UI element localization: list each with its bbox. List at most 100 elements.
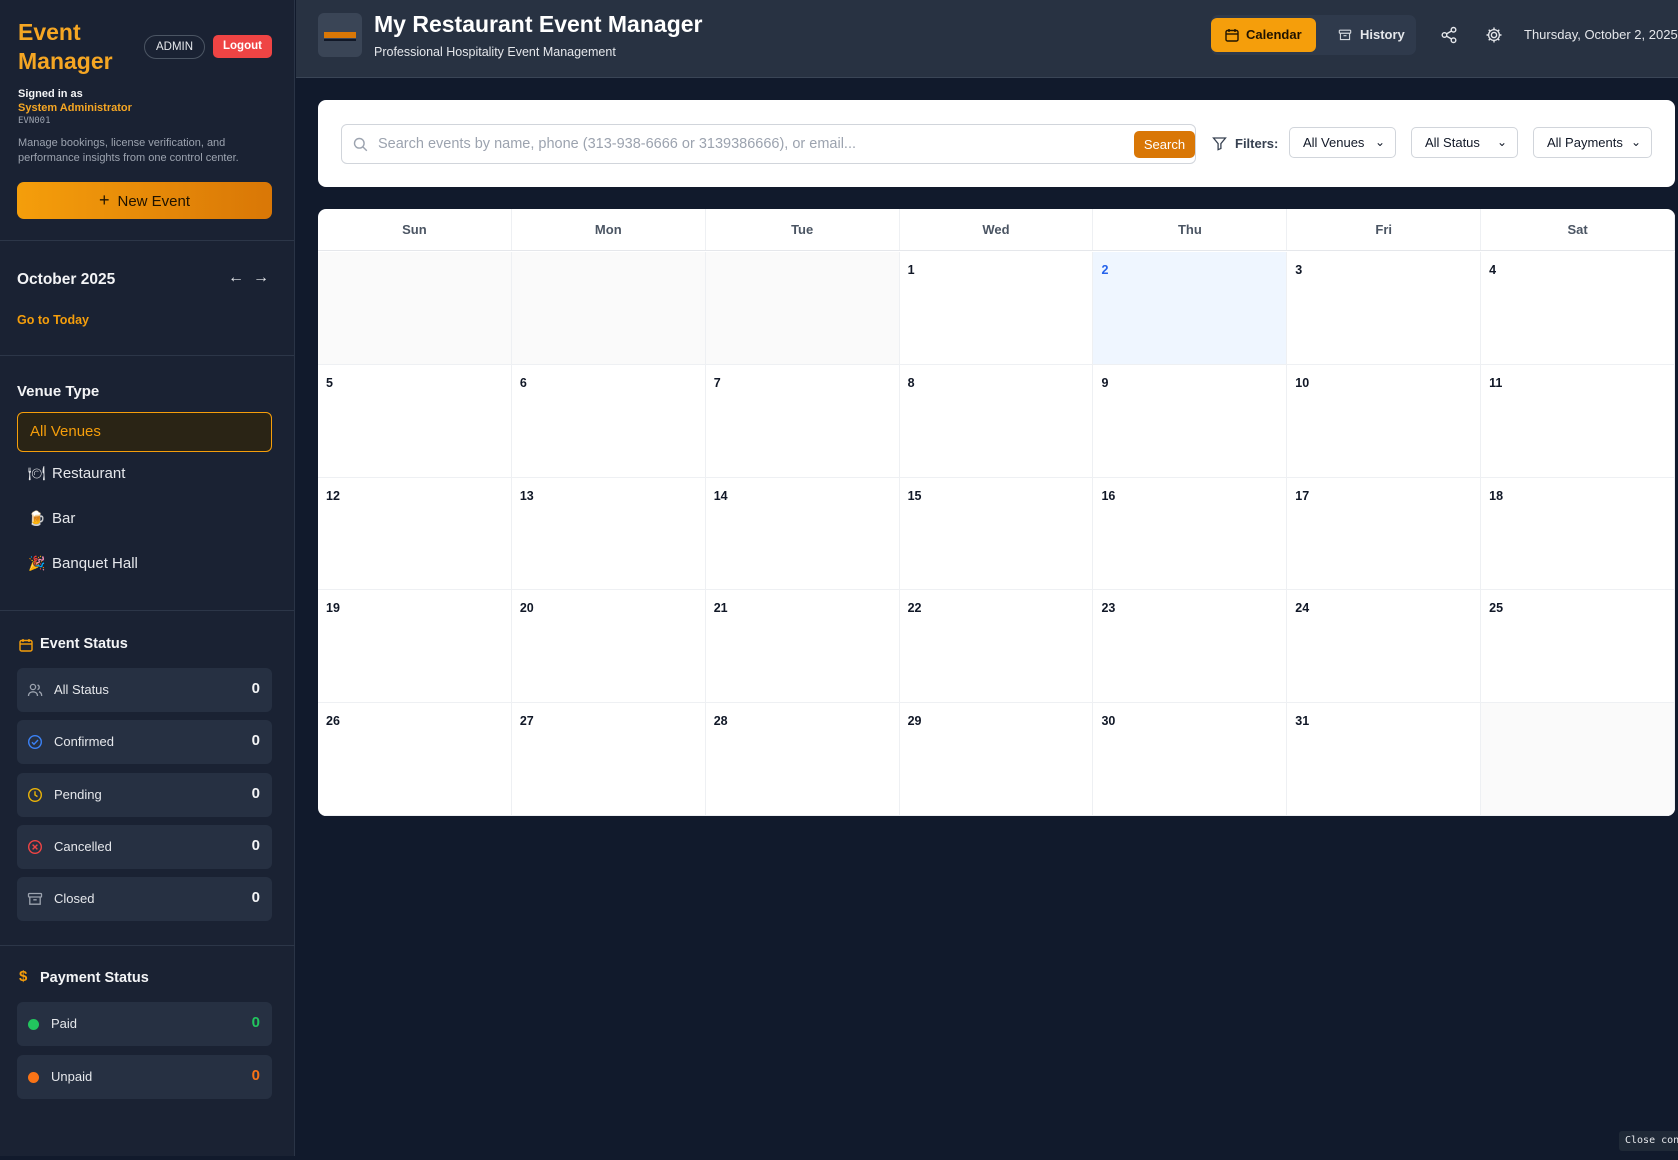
admin-badge: ADMIN [144,35,206,59]
history-view-button[interactable]: History [1327,18,1412,52]
status-row-confirmed[interactable]: Confirmed 0 [17,720,272,764]
chevron-down-icon: ⌄ [1496,135,1507,149]
venue-type-title: Venue Type [17,383,100,400]
new-event-button[interactable]: + New Event [17,182,272,219]
calendar-day-cell[interactable]: 24 [1287,590,1482,704]
calendar-day-cell[interactable]: 13 [511,477,706,591]
day-number: 23 [1101,601,1116,616]
restaurant-logo [318,13,362,57]
calendar-day-cell[interactable]: 4 [1481,252,1675,365]
calendar-day-cell[interactable]: 5 [318,364,512,478]
beer-mug-icon: 🍺 [28,510,46,526]
calendar-day-cell[interactable]: 16 [1093,477,1288,591]
clock-icon [27,787,43,803]
status-row-all[interactable]: All Status 0 [17,668,272,712]
search-input[interactable] [378,132,1108,156]
venue-item-banquet-hall[interactable]: 🎉 Banquet Hall [28,552,138,574]
month-calendar: Sun Mon Tue Wed Thu Fri Sat 1 2 3 4 5 6 7 8 9 10 1… [318,209,1675,816]
calendar-day-cell[interactable]: 14 [705,477,900,591]
logout-button[interactable]: Logout [213,35,272,58]
venue-filter-select[interactable]: All Venues ⌄ [1289,127,1396,158]
day-number: 5 [326,375,333,390]
sidebar: Event Manager ADMIN Logout Signed in as … [0,0,295,1156]
venue-type-section: Venue Type All Venues 🍽 Restaurant 🍺 Bar 🎉… [0,356,294,611]
status-row-cancelled[interactable]: Cancelled 0 [17,825,272,869]
status-label: Closed [54,891,95,906]
view-toggle: Calendar History [1211,15,1416,55]
plus-icon: + [98,190,110,210]
venue-item-all[interactable]: All Venues [17,412,272,452]
calendar-day-cell[interactable]: 31 [1287,703,1482,816]
payment-filter-value: All Payments [1547,135,1623,150]
payment-label: Paid [51,1016,78,1031]
close-console-button[interactable]: Close con [1619,1131,1678,1151]
calendar-day-cell[interactable]: 29 [899,703,1094,816]
day-number: 19 [326,601,340,616]
calendar-day-cell[interactable]: 19 [318,590,512,704]
day-number: 21 [713,601,728,616]
calendar-day-cell[interactable]: 30 [1093,703,1288,816]
day-number: 25 [1489,601,1504,616]
status-label: Cancelled [54,839,112,854]
calendar-view-button[interactable]: Calendar [1211,18,1316,52]
archive-icon [1338,29,1352,41]
calendar-day-cell[interactable]: 10 [1287,364,1482,478]
current-date: Thursday, October 2, 2025 [1524,27,1678,42]
new-event-label: New Event [117,193,191,210]
next-month-arrow-icon[interactable]: → [253,269,269,287]
venue-item-restaurant[interactable]: 🍽 Restaurant [28,462,125,484]
payment-filter-select[interactable]: All Payments ⌄ [1533,127,1652,158]
calendar-empty-cell [318,252,512,365]
status-count: 0 [251,889,260,906]
payment-row-unpaid[interactable]: Unpaid 0 [17,1055,272,1099]
calendar-day-cell[interactable]: 7 [705,364,900,478]
calendar-day-cell[interactable]: 17 [1287,477,1482,591]
filter-icon [1212,137,1227,151]
calendar-day-cell[interactable]: 27 [511,703,706,816]
archive-icon [27,892,43,905]
calendar-day-cell[interactable]: 3 [1287,252,1482,365]
venue-item-bar[interactable]: 🍺 Bar [28,507,75,529]
calendar-day-cell[interactable]: 23 [1093,590,1288,704]
status-row-pending[interactable]: Pending 0 [17,773,272,817]
calendar-day-cell[interactable]: 20 [511,590,706,704]
calendar-day-cell[interactable]: 18 [1481,477,1675,591]
dollar-icon: $ [19,968,28,985]
calendar-day-cell[interactable]: 6 [511,364,706,478]
calendar-day-cell[interactable]: 15 [899,477,1094,591]
go-to-today-link[interactable]: Go to Today [17,313,89,327]
calendar-day-cell[interactable]: 1 [899,252,1094,365]
search-button[interactable]: Search [1134,131,1195,158]
calendar-day-cell[interactable]: 21 [705,590,900,704]
plate-icon: 🍽 [28,465,46,481]
paid-dot-icon [28,1019,39,1030]
sidebar-description: Manage bookings, license verification, a… [18,137,239,164]
calendar-day-cell[interactable]: 26 [318,703,512,816]
prev-month-arrow-icon[interactable]: ← [228,269,244,287]
venue-item-label: Restaurant [52,465,126,482]
day-number: 1 [907,263,915,277]
search-filter-card: Search Filters: All Venues ⌄ All Status … [318,100,1675,187]
day-number: 11 [1489,375,1503,390]
day-number: 7 [713,375,721,390]
calendar-day-cell[interactable]: 11 [1481,364,1675,478]
calendar-day-cell[interactable]: 12 [318,477,512,591]
sidebar-header: Event Manager ADMIN Logout Signed in as … [0,0,294,241]
share-icon[interactable] [1440,26,1458,44]
calendar-day-cell[interactable]: 25 [1481,590,1675,704]
page-title: My Restaurant Event Manager [374,11,703,37]
party-popper-icon: 🎉 [28,555,46,571]
payment-row-paid[interactable]: Paid 0 [17,1002,272,1046]
calendar-day-cell[interactable]: 28 [705,703,900,816]
status-row-closed[interactable]: Closed 0 [17,877,272,921]
calendar-day-cell[interactable]: 2 [1093,252,1288,365]
calendar-day-cell[interactable]: 9 [1093,364,1288,478]
calendar-day-cell[interactable]: 8 [899,364,1094,478]
gear-icon[interactable] [1485,26,1503,44]
app-title: Event Manager [18,19,113,74]
day-number: 8 [907,375,915,390]
status-filter-select[interactable]: All Status ⌄ [1411,127,1518,158]
calendar-day-cell[interactable]: 22 [899,590,1094,704]
day-number: 20 [519,601,534,616]
venue-filter-value: All Venues [1303,135,1365,150]
